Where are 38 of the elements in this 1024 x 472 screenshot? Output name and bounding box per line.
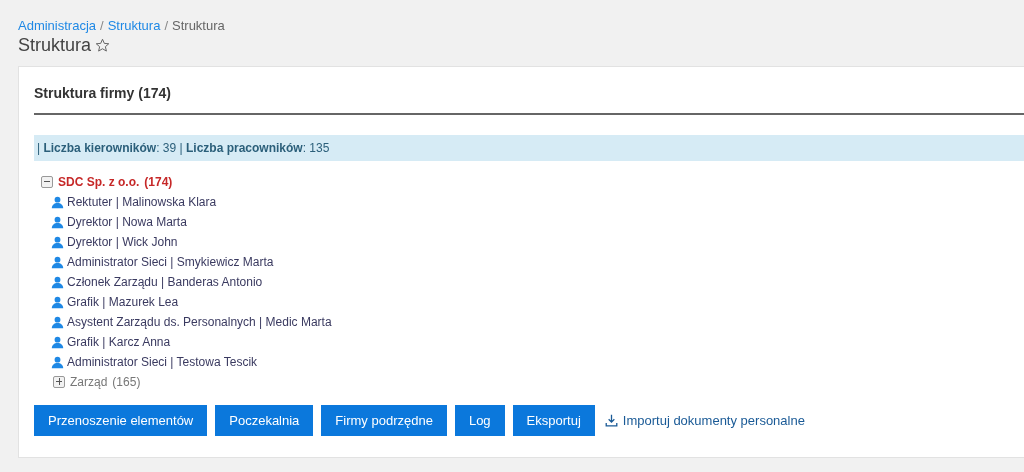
- star-icon[interactable]: [95, 38, 111, 53]
- stats-text: | Liczba kierowników: 39 | Liczba pracowników: 135: [37, 141, 330, 155]
- page-title: Struktura: [18, 35, 92, 56]
- tree-item[interactable]: Dyrektor | Nowa Marta: [67, 215, 187, 229]
- tree-group-count: (165): [112, 375, 141, 389]
- tree-item[interactable]: Grafik | Mazurek Lea: [67, 295, 179, 309]
- import-link[interactable]: Importuj dokumenty personalne: [622, 413, 805, 428]
- person-icon: [51, 355, 64, 369]
- expand-toggle[interactable]: [53, 376, 65, 388]
- breadcrumb-separator: /: [100, 18, 104, 33]
- tree-item[interactable]: Dyrektor | Wick John: [67, 235, 178, 249]
- tree-item[interactable]: Administrator Sieci | Testowa Tescik: [67, 355, 258, 369]
- tree-item[interactable]: Asystent Zarządu ds. Personalnych | Medic Marta: [67, 315, 332, 329]
- person-icon: [51, 295, 64, 309]
- person-icon: [51, 275, 64, 289]
- download-icon: [604, 414, 618, 427]
- person-icon: [51, 195, 64, 209]
- action-button[interactable]: Poczekalnia: [215, 405, 314, 436]
- action-button[interactable]: Przenoszenie elementów: [34, 405, 208, 436]
- breadcrumb-separator: /: [164, 18, 169, 33]
- person-icon: [51, 255, 64, 269]
- person-icon: [51, 335, 64, 349]
- collapse-toggle[interactable]: [41, 176, 53, 188]
- action-button[interactable]: Firmy podrzędne: [321, 405, 447, 436]
- tree-root-label[interactable]: SDC Sp. z o.o.: [58, 175, 140, 189]
- tree-item[interactable]: Administrator Sieci | Smykiewicz Marta: [67, 255, 274, 269]
- breadcrumb-current: Struktura: [172, 18, 225, 33]
- person-icon: [51, 315, 64, 329]
- action-button[interactable]: Log: [454, 405, 505, 436]
- tree-item[interactable]: Członek Zarządu | Banderas Antonio: [67, 275, 263, 289]
- person-icon: [51, 215, 64, 229]
- tree-root-count: (174): [144, 175, 173, 189]
- action-button[interactable]: Eksportuj: [512, 405, 595, 436]
- card-title: Struktura firmy (174): [34, 85, 172, 103]
- person-icon: [51, 235, 64, 249]
- tree-item[interactable]: Rektuter | Malinowska Klara: [67, 195, 217, 209]
- tree-item[interactable]: Grafik | Karcz Anna: [67, 335, 171, 349]
- tree-group-label[interactable]: Zarząd: [70, 375, 108, 389]
